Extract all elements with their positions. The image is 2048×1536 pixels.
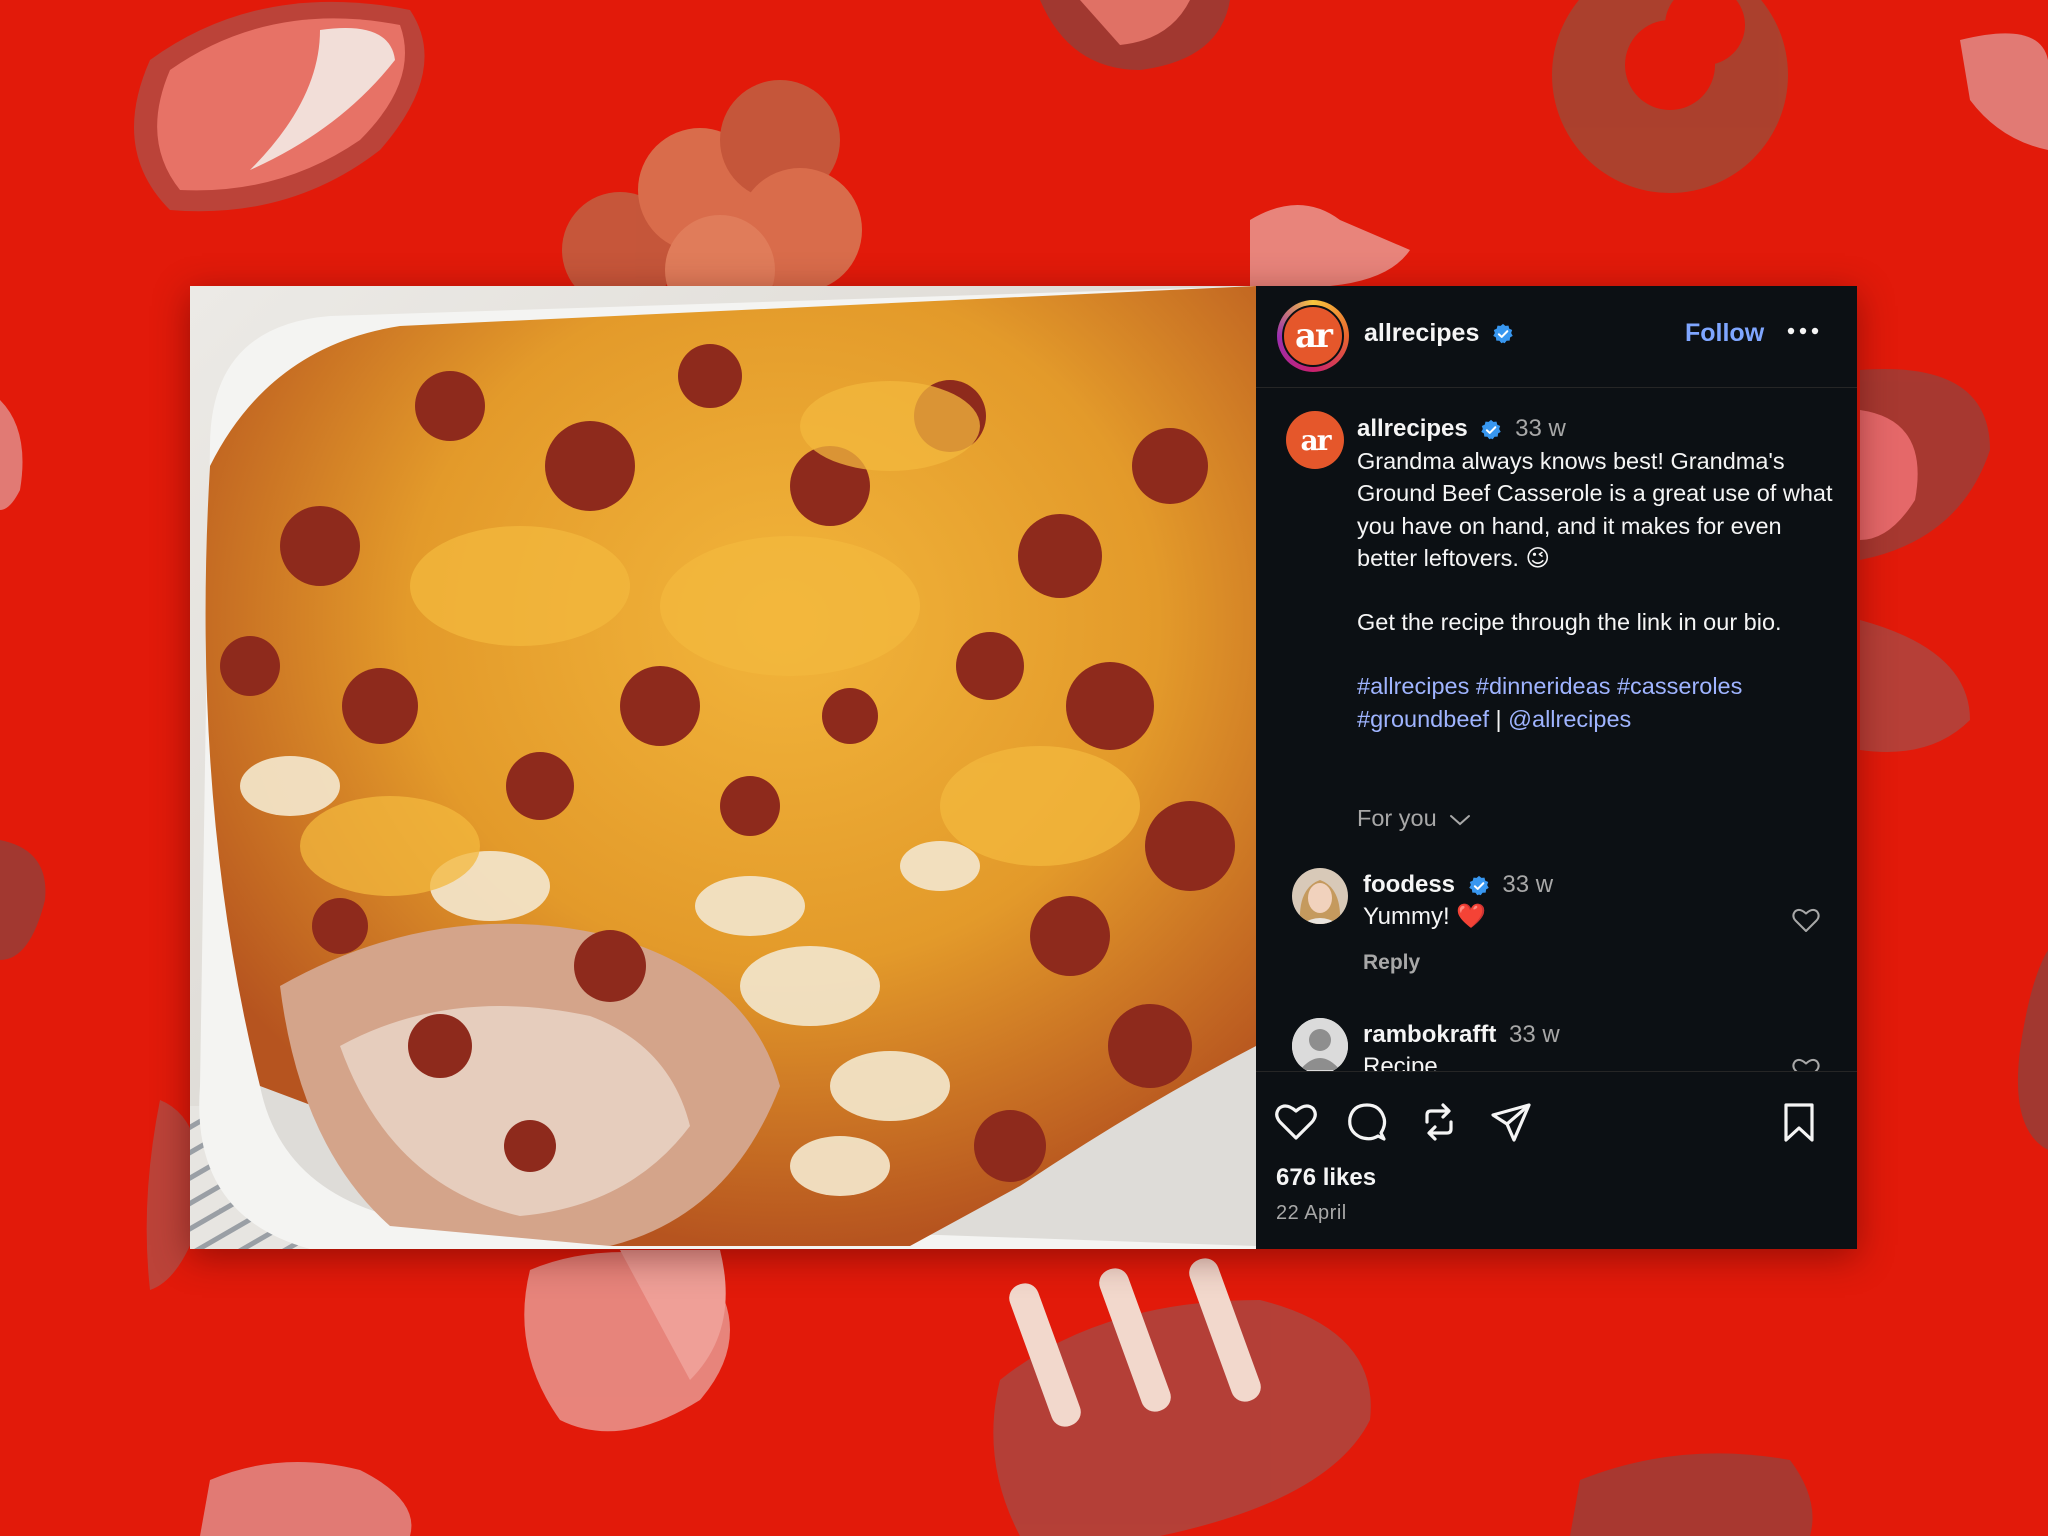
like-icon[interactable] [1274,1100,1318,1144]
reply-button[interactable]: Reply [1363,951,1420,975]
caption-username[interactable]: allrecipes [1357,415,1468,442]
verified-icon [1481,419,1502,439]
comment-sort-label: For you [1357,805,1437,831]
caption-paragraph-1: Grandma always knows best! Grandma's Gro… [1357,448,1840,571]
tag-separator: | [1495,705,1502,732]
comment-timestamp: 33 w [1502,871,1554,898]
comment-icon[interactable] [1345,1100,1389,1144]
hashtag-link[interactable]: #casseroles [1617,673,1742,699]
profile-avatar-story-ring[interactable]: ar [1277,300,1349,372]
comment-username[interactable]: foodess [1363,871,1455,898]
verified-icon [1468,875,1489,895]
comment-header: rambokrafft 33 w [1363,1020,1560,1050]
comments-section[interactable]: ar allrecipes 33 w Grandma always knows … [1256,387,1857,1071]
comment-username[interactable]: rambokrafft [1363,1021,1496,1048]
caption-header: allrecipes 33 w [1357,414,1566,444]
repost-icon[interactable] [1417,1100,1461,1144]
comment-like-icon[interactable] [1792,907,1820,933]
allrecipes-logo: ar [1295,316,1333,356]
header-username-text[interactable]: allrecipes [1364,319,1479,347]
chevron-down-icon [1450,814,1471,826]
follow-button[interactable]: Follow [1685,319,1764,348]
comment-header: foodess 33 w [1363,870,1553,900]
caption-timestamp: 33 w [1515,415,1566,442]
more-icon[interactable] [1783,316,1823,346]
caption-tags: #allrecipes #dinnerideas #casseroles #gr… [1357,670,1837,735]
caption-paragraph-2: Get the recipe through the link in our b… [1357,609,1782,636]
post-side-panel: ar allrecipes Follow ar allrecipes 33 w … [1256,286,1857,1249]
comment-avatar[interactable] [1292,868,1348,924]
comment-like-icon[interactable] [1792,1057,1820,1071]
mention-link[interactable]: @allrecipes [1508,706,1631,732]
hashtag-link[interactable]: #dinnerideas [1476,673,1611,699]
comment-timestamp: 33 w [1509,1021,1560,1048]
hashtag-link[interactable]: #allrecipes [1357,673,1469,699]
caption-text: Grandma always knows best! Grandma's Gro… [1357,445,1837,735]
caption-avatar[interactable]: ar [1286,411,1344,469]
verified-icon [1493,324,1514,344]
comment-text: Recipe [1363,1053,1438,1071]
post-header: ar allrecipes Follow [1256,286,1857,388]
post-actions-bar: 676 likes 22 April [1256,1071,1857,1249]
save-icon[interactable] [1777,1100,1821,1144]
comment-avatar[interactable] [1292,1018,1348,1071]
post-date: 22 April [1276,1202,1347,1224]
likes-count[interactable]: 676 likes [1276,1164,1376,1192]
allrecipes-logo: ar [1300,423,1332,457]
instagram-post-card: ar allrecipes Follow ar allrecipes 33 w … [190,286,1857,1249]
hashtag-link[interactable]: #groundbeef [1357,706,1489,732]
comment-sort-dropdown[interactable]: For you [1357,805,1471,832]
comment-text: Yummy! ❤️ [1363,903,1487,930]
header-username[interactable]: allrecipes [1364,319,1514,348]
casserole-photo[interactable] [190,286,1256,1249]
share-icon[interactable] [1489,1100,1533,1144]
